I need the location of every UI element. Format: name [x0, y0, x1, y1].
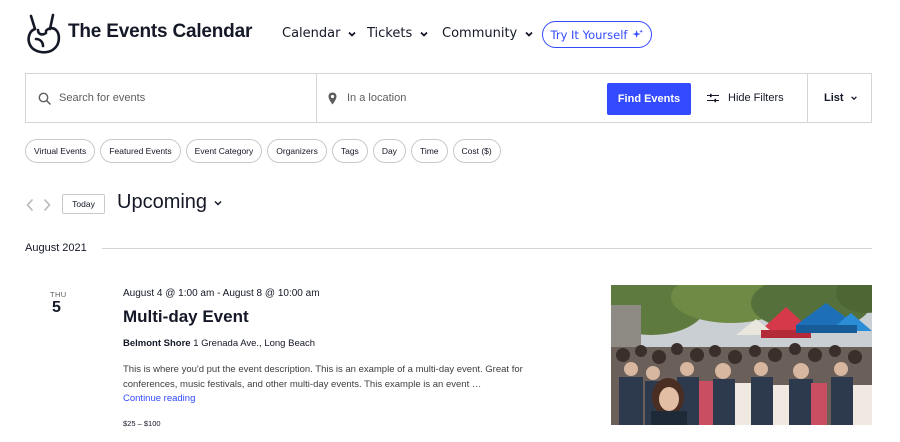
- chevron-down-icon: [420, 31, 428, 37]
- view-selector[interactable]: List: [824, 74, 858, 122]
- rock-hand-logo-icon[interactable]: [24, 12, 62, 56]
- filter-tags[interactable]: Tags: [331, 139, 368, 163]
- find-events-button[interactable]: Find Events: [607, 83, 691, 115]
- chevron-down-icon: [348, 31, 357, 37]
- site-header: The Events Calendar Calendar Tickets Com…: [0, 0, 900, 68]
- today-button[interactable]: Today: [62, 194, 105, 214]
- event-venue-name: Belmont Shore: [123, 338, 191, 349]
- filter-virtual-events[interactable]: Virtual Events: [25, 139, 96, 163]
- try-it-yourself-label: Try It Yourself: [550, 27, 628, 42]
- location-search-input[interactable]: In a location: [318, 74, 606, 122]
- filter-day[interactable]: Day: [372, 139, 406, 163]
- nav-calendar-label: Calendar: [282, 26, 341, 41]
- chevron-down-icon: [850, 96, 857, 101]
- filter-bar: Virtual Events Featured Events Event Cat…: [25, 139, 501, 163]
- keyword-search-input[interactable]: Search for events: [26, 74, 316, 122]
- try-it-yourself-button[interactable]: Try It Yourself: [542, 21, 652, 48]
- event-venue: Belmont Shore 1 Grenada Ave., Long Beach: [123, 338, 315, 349]
- event-day-number: 5: [52, 299, 61, 316]
- hide-filters-label: Hide Filters: [728, 92, 784, 104]
- nav-tickets-label: Tickets: [367, 26, 413, 41]
- nav-community-label: Community: [442, 26, 518, 41]
- view-selector-label: List: [824, 92, 844, 104]
- map-pin-icon: [328, 92, 337, 104]
- filter-organizers[interactable]: Organizers: [267, 139, 327, 163]
- event-title-link[interactable]: Multi-day Event: [123, 307, 249, 327]
- next-arrow-icon[interactable]: [42, 198, 52, 212]
- event-venue-address: 1 Grenada Ave., Long Beach: [193, 338, 316, 349]
- previous-arrow-icon[interactable]: [25, 198, 35, 212]
- nav-tickets[interactable]: Tickets: [367, 26, 429, 41]
- event-cost: $25 – $100: [123, 419, 161, 428]
- date-range-selector[interactable]: Upcoming: [117, 191, 223, 214]
- events-search-bar: Search for events In a location Find Eve…: [25, 73, 872, 123]
- search-divider: [316, 74, 317, 122]
- event-day-of-week: THU: [50, 290, 67, 299]
- nav-community[interactable]: Community: [442, 26, 534, 41]
- event-featured-image[interactable]: [611, 285, 872, 425]
- filter-sliders-icon: [707, 93, 719, 103]
- filter-cost[interactable]: Cost ($): [452, 139, 501, 163]
- view-divider: [807, 74, 808, 122]
- filter-featured-events[interactable]: Featured Events: [100, 139, 181, 163]
- event-datetime: August 4 @ 1:00 am - August 8 @ 10:00 am: [123, 288, 320, 299]
- chevron-down-icon: [525, 31, 533, 37]
- event-description: This is where you'd put the event descri…: [123, 364, 523, 390]
- search-icon: [38, 92, 51, 105]
- location-search-placeholder: In a location: [347, 92, 407, 104]
- sparkle-icon: [632, 29, 644, 39]
- chevron-down-icon: [214, 200, 222, 206]
- filter-event-category[interactable]: Event Category: [185, 139, 263, 163]
- month-separator: August 2021: [25, 242, 87, 254]
- brand-name[interactable]: The Events Calendar: [68, 21, 252, 43]
- hide-filters-toggle[interactable]: Hide Filters: [707, 74, 784, 122]
- nav-calendar[interactable]: Calendar: [282, 26, 357, 41]
- month-separator-line: [102, 248, 872, 249]
- date-range-label: Upcoming: [117, 191, 208, 213]
- filter-time[interactable]: Time: [410, 139, 448, 163]
- keyword-search-placeholder: Search for events: [59, 92, 146, 104]
- continue-reading-link[interactable]: Continue reading: [123, 393, 195, 404]
